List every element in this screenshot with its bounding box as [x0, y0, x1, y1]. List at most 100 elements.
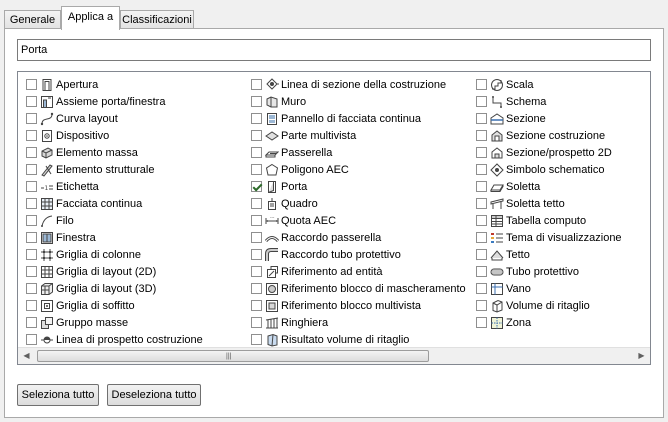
list-item[interactable]: Passerella	[246, 144, 466, 161]
checkbox[interactable]	[251, 96, 262, 107]
checkbox[interactable]	[476, 249, 487, 260]
list-item[interactable]: Muro	[246, 93, 466, 110]
checkbox[interactable]	[476, 198, 487, 209]
checkbox[interactable]	[26, 130, 37, 141]
list-item[interactable]: Apertura	[21, 76, 203, 93]
object-type-list[interactable]: Apertura Assieme porta/finestra Curva layo…	[17, 71, 651, 365]
tab-classificazioni[interactable]: Classificazioni	[120, 10, 194, 28]
list-item[interactable]: Riferimento blocco di mascheramento	[246, 280, 466, 297]
checkbox[interactable]	[476, 232, 487, 243]
checkbox[interactable]	[251, 300, 262, 311]
checkbox[interactable]	[26, 283, 37, 294]
list-item[interactable]: Soletta tetto	[471, 195, 622, 212]
list-item[interactable]: Tema di visualizzazione	[471, 229, 622, 246]
list-item[interactable]: Sezione/prospetto 2D	[471, 144, 622, 161]
list-item[interactable]: Facciata continua	[21, 195, 203, 212]
checkbox[interactable]	[251, 198, 262, 209]
tab-applica-a[interactable]: Applica a	[61, 6, 120, 30]
checkbox[interactable]	[251, 266, 262, 277]
scroll-left-icon[interactable]: ◀	[18, 348, 35, 364]
checkbox[interactable]	[251, 130, 262, 141]
list-item[interactable]: Volume di ritaglio	[471, 297, 622, 314]
checkbox[interactable]	[476, 147, 487, 158]
list-item[interactable]: Risultato volume di ritaglio	[246, 331, 466, 348]
list-item[interactable]: Soletta	[471, 178, 622, 195]
list-item[interactable]: Pannello di facciata continua	[246, 110, 466, 127]
checkbox[interactable]	[251, 79, 262, 90]
checkbox[interactable]	[476, 113, 487, 124]
list-item[interactable]: Gruppo masse	[21, 314, 203, 331]
deselect-all-button[interactable]: Deseleziona tutto	[107, 384, 201, 406]
list-item[interactable]: Zona	[471, 314, 622, 331]
list-item[interactable]: Riferimento blocco multivista	[246, 297, 466, 314]
checkbox[interactable]	[26, 198, 37, 209]
list-item[interactable]: Griglia di colonne	[21, 246, 203, 263]
list-item[interactable]: Dispositivo	[21, 127, 203, 144]
list-item[interactable]: Griglia di layout (2D)	[21, 263, 203, 280]
scroll-right-icon[interactable]: ▶	[633, 348, 650, 364]
list-item[interactable]: Raccordo tubo protettivo	[246, 246, 466, 263]
checkbox[interactable]	[251, 249, 262, 260]
list-item[interactable]: Filo	[21, 212, 203, 229]
list-item[interactable]: Quadro	[246, 195, 466, 212]
list-item[interactable]: Griglia di soffitto	[21, 297, 203, 314]
checkbox[interactable]	[476, 283, 487, 294]
list-item[interactable]: Finestra	[21, 229, 203, 246]
checkbox[interactable]	[26, 147, 37, 158]
select-all-button[interactable]: Seleziona tutto	[17, 384, 99, 406]
list-item[interactable]: Tabella computo	[471, 212, 622, 229]
checkbox[interactable]	[26, 249, 37, 260]
list-item[interactable]: Ringhiera	[246, 314, 466, 331]
checkbox[interactable]	[476, 130, 487, 141]
list-item[interactable]: Scala	[471, 76, 622, 93]
checkbox[interactable]	[26, 266, 37, 277]
list-item[interactable]: Sezione costruzione	[471, 127, 622, 144]
checkbox[interactable]	[476, 215, 487, 226]
list-item[interactable]: Assieme porta/finestra	[21, 93, 203, 110]
list-item[interactable]: Linea di prospetto costruzione	[21, 331, 203, 348]
checkbox[interactable]	[251, 283, 262, 294]
checkbox[interactable]	[251, 164, 262, 175]
list-item[interactable]: Griglia di layout (3D)	[21, 280, 203, 297]
checkbox[interactable]	[26, 232, 37, 243]
list-item[interactable]: Linea di sezione della costruzione	[246, 76, 466, 93]
checkbox[interactable]	[476, 79, 487, 90]
checkbox[interactable]	[476, 181, 487, 192]
checkbox[interactable]	[251, 181, 262, 192]
checkbox[interactable]	[26, 334, 37, 345]
list-item[interactable]: Poligono AEC	[246, 161, 466, 178]
list-item[interactable]: Parte multivista	[246, 127, 466, 144]
checkbox[interactable]	[26, 164, 37, 175]
list-item[interactable]: 1 Etichetta	[21, 178, 203, 195]
checkbox[interactable]	[476, 96, 487, 107]
checkbox[interactable]	[251, 113, 262, 124]
list-item[interactable]: Porta	[246, 178, 466, 195]
checkbox[interactable]	[26, 181, 37, 192]
checkbox[interactable]	[251, 334, 262, 345]
checkbox[interactable]	[26, 300, 37, 311]
checkbox[interactable]	[476, 164, 487, 175]
scrollbar-thumb[interactable]: |||	[37, 350, 429, 362]
list-item[interactable]: Tetto	[471, 246, 622, 263]
list-item[interactable]: Sezione	[471, 110, 622, 127]
list-item[interactable]: Elemento strutturale	[21, 161, 203, 178]
name-field[interactable]	[17, 39, 651, 61]
checkbox[interactable]	[251, 317, 262, 328]
list-item[interactable]: Schema	[471, 93, 622, 110]
list-item[interactable]: Simbolo schematico	[471, 161, 622, 178]
checkbox[interactable]	[476, 266, 487, 277]
checkbox[interactable]	[26, 113, 37, 124]
checkbox[interactable]	[476, 300, 487, 311]
horizontal-scrollbar[interactable]: ◀ ||| ▶	[18, 347, 650, 364]
checkbox[interactable]	[251, 232, 262, 243]
list-item[interactable]: Vano	[471, 280, 622, 297]
list-item[interactable]: --- Quota AEC	[246, 212, 466, 229]
checkbox[interactable]	[26, 215, 37, 226]
checkbox[interactable]	[26, 96, 37, 107]
list-item[interactable]: Curva layout	[21, 110, 203, 127]
list-item[interactable]: Raccordo passerella	[246, 229, 466, 246]
tab-generale[interactable]: Generale	[4, 10, 61, 28]
list-item[interactable]: Tubo protettivo	[471, 263, 622, 280]
checkbox[interactable]	[26, 79, 37, 90]
list-item[interactable]: Riferimento ad entità	[246, 263, 466, 280]
